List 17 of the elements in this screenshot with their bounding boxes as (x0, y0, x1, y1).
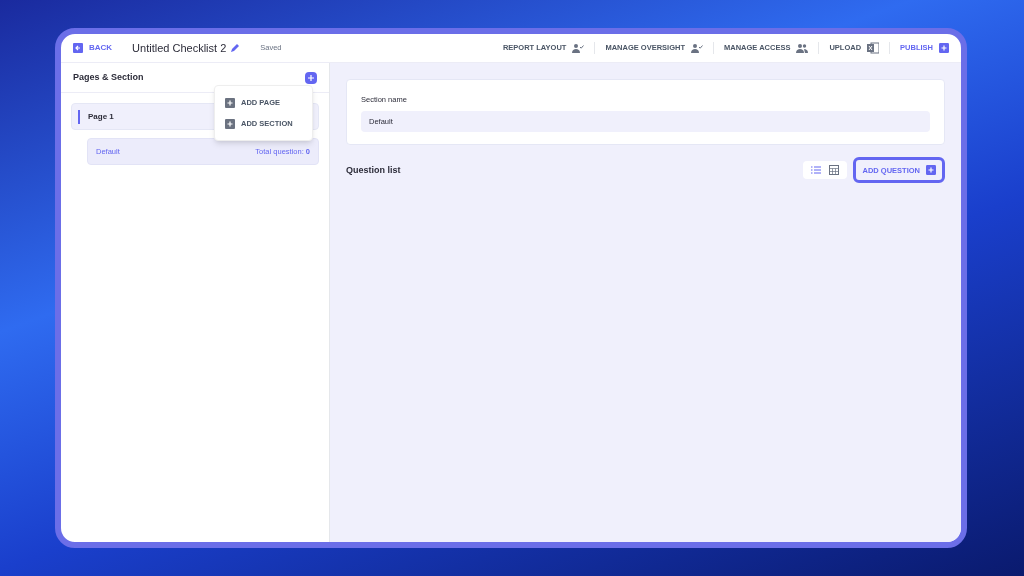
checklist-title: Untitled Checklist 2 (132, 40, 227, 56)
plus-icon (939, 43, 949, 53)
person-check-icon (572, 43, 585, 53)
plus-icon (225, 97, 235, 108)
person-check-icon (691, 43, 703, 53)
plus-icon (926, 165, 936, 176)
panel-title: Pages & Section (73, 70, 144, 84)
add-button[interactable] (305, 71, 317, 84)
people-icon (796, 43, 809, 53)
table-view-button[interactable] (827, 163, 842, 178)
plus-icon (225, 118, 235, 129)
spreadsheet-icon (867, 42, 880, 54)
pencil-icon[interactable] (230, 43, 241, 53)
back-arrow-icon (73, 43, 83, 53)
question-list-title: Question list (346, 163, 401, 177)
plus-icon (307, 73, 315, 82)
back-button[interactable]: BACK (73, 42, 113, 54)
